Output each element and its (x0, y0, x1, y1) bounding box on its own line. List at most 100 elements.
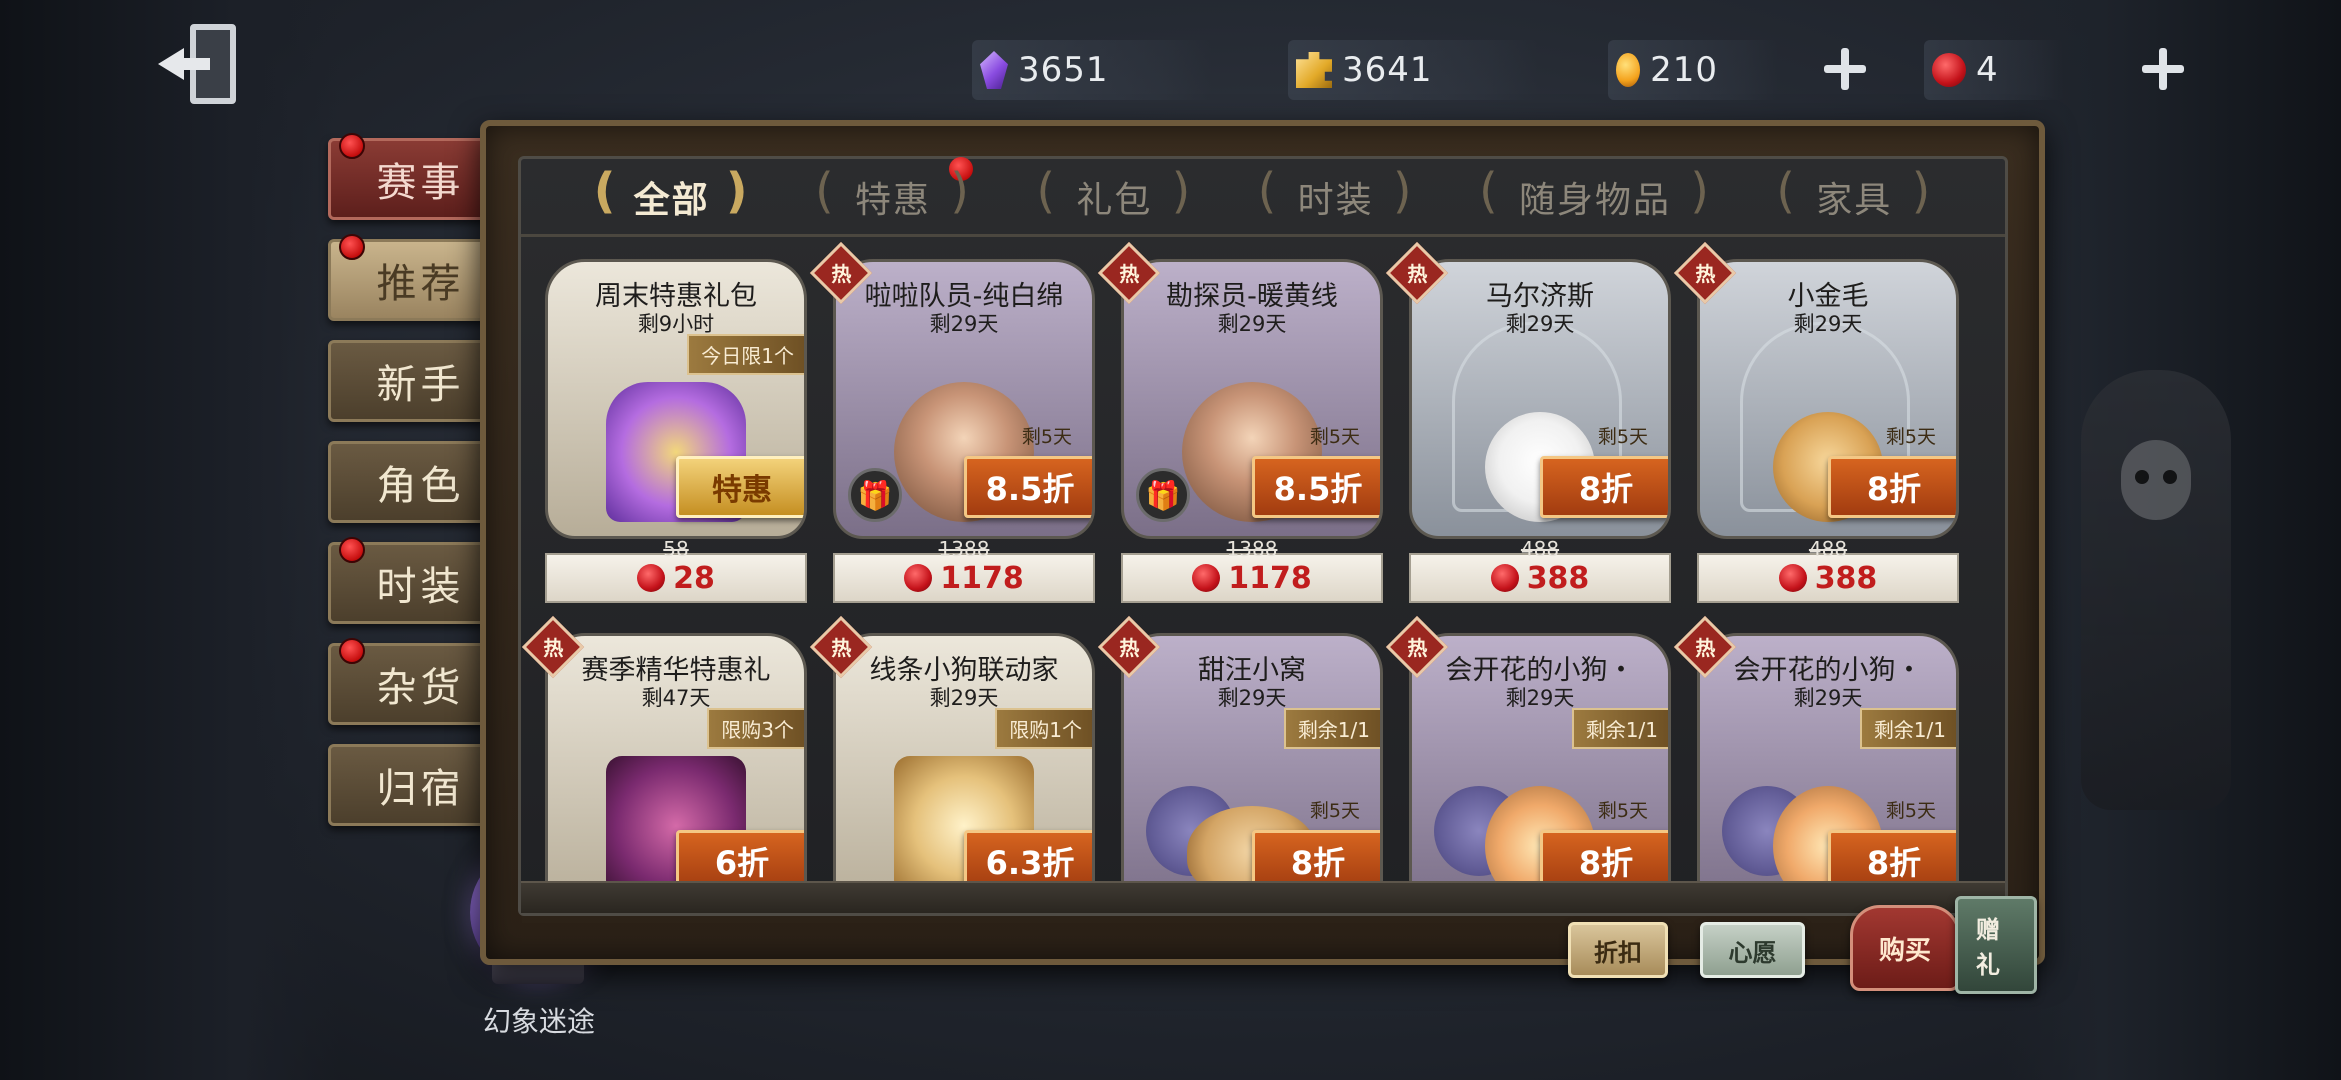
currency-gem-value: 3651 (1018, 50, 1109, 90)
gift-button[interactable]: 赠礼 (1955, 896, 2037, 994)
discount-badge: 8.5折 (1252, 456, 1380, 518)
hot-badge-label: 热 (1407, 262, 1428, 287)
gem-icon (980, 51, 1008, 89)
currency-puzzle: 3641 (1288, 40, 1538, 100)
tab-gift-pack[interactable]: 礼包 (1032, 163, 1196, 231)
ghost-eye (2163, 470, 2177, 484)
ticket-icon (637, 564, 666, 592)
item-image: 马尔济斯 剩29天 剩5天 8折 (1409, 259, 1671, 539)
purchase-limit-tag: 剩余1/1 (1283, 708, 1380, 749)
discount-time-left: 剩5天 (1309, 426, 1360, 448)
item-image: 赛季精华特惠礼 剩47天 限购3个 6折 (545, 633, 807, 913)
exit-button[interactable] (158, 18, 254, 114)
ticket-icon (904, 564, 933, 592)
nav-item-label: 新手 (376, 362, 465, 408)
discount-time-left: 剩5天 (1309, 800, 1360, 822)
tab-label: 全部 (633, 179, 710, 221)
tab-special-offer[interactable]: 特惠 (811, 156, 975, 231)
nav-item-label: 杂货 (376, 665, 465, 711)
sale-price: 388 (1814, 560, 1878, 596)
panel-bottom-trim (521, 881, 2005, 913)
shop-item-card[interactable]: 赛季精华特惠礼 剩47天 限购3个 6折热 (521, 615, 807, 977)
item-image: 啦啦队员-纯白绵 剩29天 剩5天 🎁 8.5折 (833, 259, 1095, 539)
exit-arrow-bar (180, 58, 210, 70)
nav-item-label: 赛事 (376, 160, 465, 206)
tab-label: 礼包 (1076, 179, 1153, 221)
shop-item-card[interactable]: 勘探员-暖黄线 剩29天 剩5天 🎁 8.5折热 1388 1178 (1097, 241, 1383, 603)
nav-item-label: 归宿 (376, 766, 465, 812)
hot-badge-label: 热 (1119, 636, 1140, 661)
tab-all[interactable]: 全部 (590, 163, 754, 231)
discount-time-left: 剩5天 (1597, 426, 1648, 448)
sale-price: 1178 (940, 560, 1024, 596)
gift-icon[interactable]: 🎁 (1136, 468, 1190, 522)
nav-item-label: 推荐 (376, 261, 465, 307)
currency-puzzle-value: 3641 (1342, 50, 1433, 90)
purchase-limit-tag: 剩余1/1 (1859, 708, 1956, 749)
orb-label: 幻象迷途 (482, 1005, 595, 1038)
notification-dot (339, 537, 365, 563)
wishlist-button[interactable]: 心愿 (1700, 922, 1805, 978)
currency-ticket: 4 (1924, 40, 2064, 100)
item-image: 小金毛 剩29天 剩5天 8折 (1697, 259, 1959, 539)
tab-label: 随身物品 (1518, 179, 1671, 221)
price-bar: 488 388 (1697, 537, 1959, 603)
item-image: 会开花的小狗・ 剩29天 剩余1/1 剩5天 8折 (1697, 633, 1959, 913)
original-price: 1388 (938, 537, 990, 561)
purchase-limit-tag: 限购3个 (707, 708, 804, 749)
discount-time-left: 剩5天 (1021, 426, 1072, 448)
tab-label: 时装 (1297, 179, 1374, 221)
hot-badge-label: 热 (831, 636, 852, 661)
discount-time-left: 剩5天 (1885, 800, 1936, 822)
item-grid: 周末特惠礼包 剩9小时 今日限1个 特惠 58 28 啦啦队员-纯白绵 剩29天 剩5天 🎁 8.5… (521, 241, 1959, 977)
add-ticket-button[interactable] (2138, 44, 2188, 94)
original-price: 1388 (1226, 537, 1278, 561)
sale-price: 388 (1526, 560, 1590, 596)
notification-dot (339, 638, 365, 664)
nav-item-label: 角色 (376, 463, 465, 509)
sale-price: 1178 (1228, 560, 1312, 596)
shop-item-card[interactable]: 马尔济斯 剩29天 剩5天 8折热 488 388 (1385, 241, 1671, 603)
hot-badge-label: 热 (1695, 636, 1716, 661)
currency-coin: 210 (1608, 40, 1778, 100)
shop-item-card[interactable]: 小金毛 剩29天 剩5天 8折热 488 388 (1673, 241, 1959, 603)
tab-furniture[interactable]: 家具 (1772, 163, 1936, 231)
original-price: 488 (1808, 537, 1848, 561)
tab-outfit[interactable]: 时装 (1254, 163, 1418, 231)
price-bar: 1388 1178 (1121, 537, 1383, 603)
discount-badge: 8折 (1828, 456, 1956, 518)
purchase-limit-tag: 剩余1/1 (1571, 708, 1668, 749)
currency-coin-value: 210 (1650, 50, 1718, 90)
shop-item-card[interactable]: 啦啦队员-纯白绵 剩29天 剩5天 🎁 8.5折热 1388 1178 (809, 241, 1095, 603)
ghost-face (2121, 440, 2191, 520)
original-price: 488 (1520, 537, 1560, 561)
puzzle-icon (1296, 52, 1332, 88)
discount-button[interactable]: 折扣 (1568, 922, 1668, 978)
coin-icon (1616, 53, 1641, 87)
item-image: 周末特惠礼包 剩9小时 今日限1个 特惠 (545, 259, 807, 539)
discount-badge: 8折 (1540, 456, 1668, 518)
add-coin-button[interactable] (1820, 44, 1870, 94)
discount-time-left: 剩5天 (1885, 426, 1936, 448)
gift-icon[interactable]: 🎁 (848, 468, 902, 522)
tab-accessories[interactable]: 随身物品 (1475, 163, 1715, 231)
shop-item-card[interactable]: 线条小狗联动家 剩29天 限购1个 6.3折热 (809, 615, 1095, 977)
shop-panel-inner: 全部 特惠 礼包 时装 随身物品 家具 周末特惠礼包剩9小时今日限1个特惠582… (518, 156, 2008, 916)
price-bar: 58 28 (545, 537, 807, 603)
shop-item-card[interactable]: 甜汪小窝 剩29天 剩余1/1 剩5天 8折热 (1097, 615, 1383, 977)
item-image: 会开花的小狗・ 剩29天 剩余1/1 剩5天 8折 (1409, 633, 1671, 913)
buy-button-label: 购买 (1878, 935, 1931, 966)
buy-button[interactable]: 购买 (1850, 905, 1960, 991)
hot-badge-label: 热 (543, 636, 564, 661)
original-price: 58 (663, 537, 689, 561)
background-left (0, 0, 340, 1080)
hot-badge-label: 热 (831, 262, 852, 287)
tab-label: 特惠 (854, 179, 931, 221)
ghost-girl-figure (2081, 370, 2231, 810)
hot-badge-label: 热 (1119, 262, 1140, 287)
wishlist-button-label: 心愿 (1728, 938, 1777, 967)
item-image: 勘探员-暖黄线 剩29天 剩5天 🎁 8.5折 (1121, 259, 1383, 539)
purchase-limit-tag: 限购1个 (995, 708, 1092, 749)
currency-gem: 3651 (972, 40, 1212, 100)
shop-item-card[interactable]: 周末特惠礼包 剩9小时 今日限1个 特惠 58 28 (545, 259, 807, 603)
